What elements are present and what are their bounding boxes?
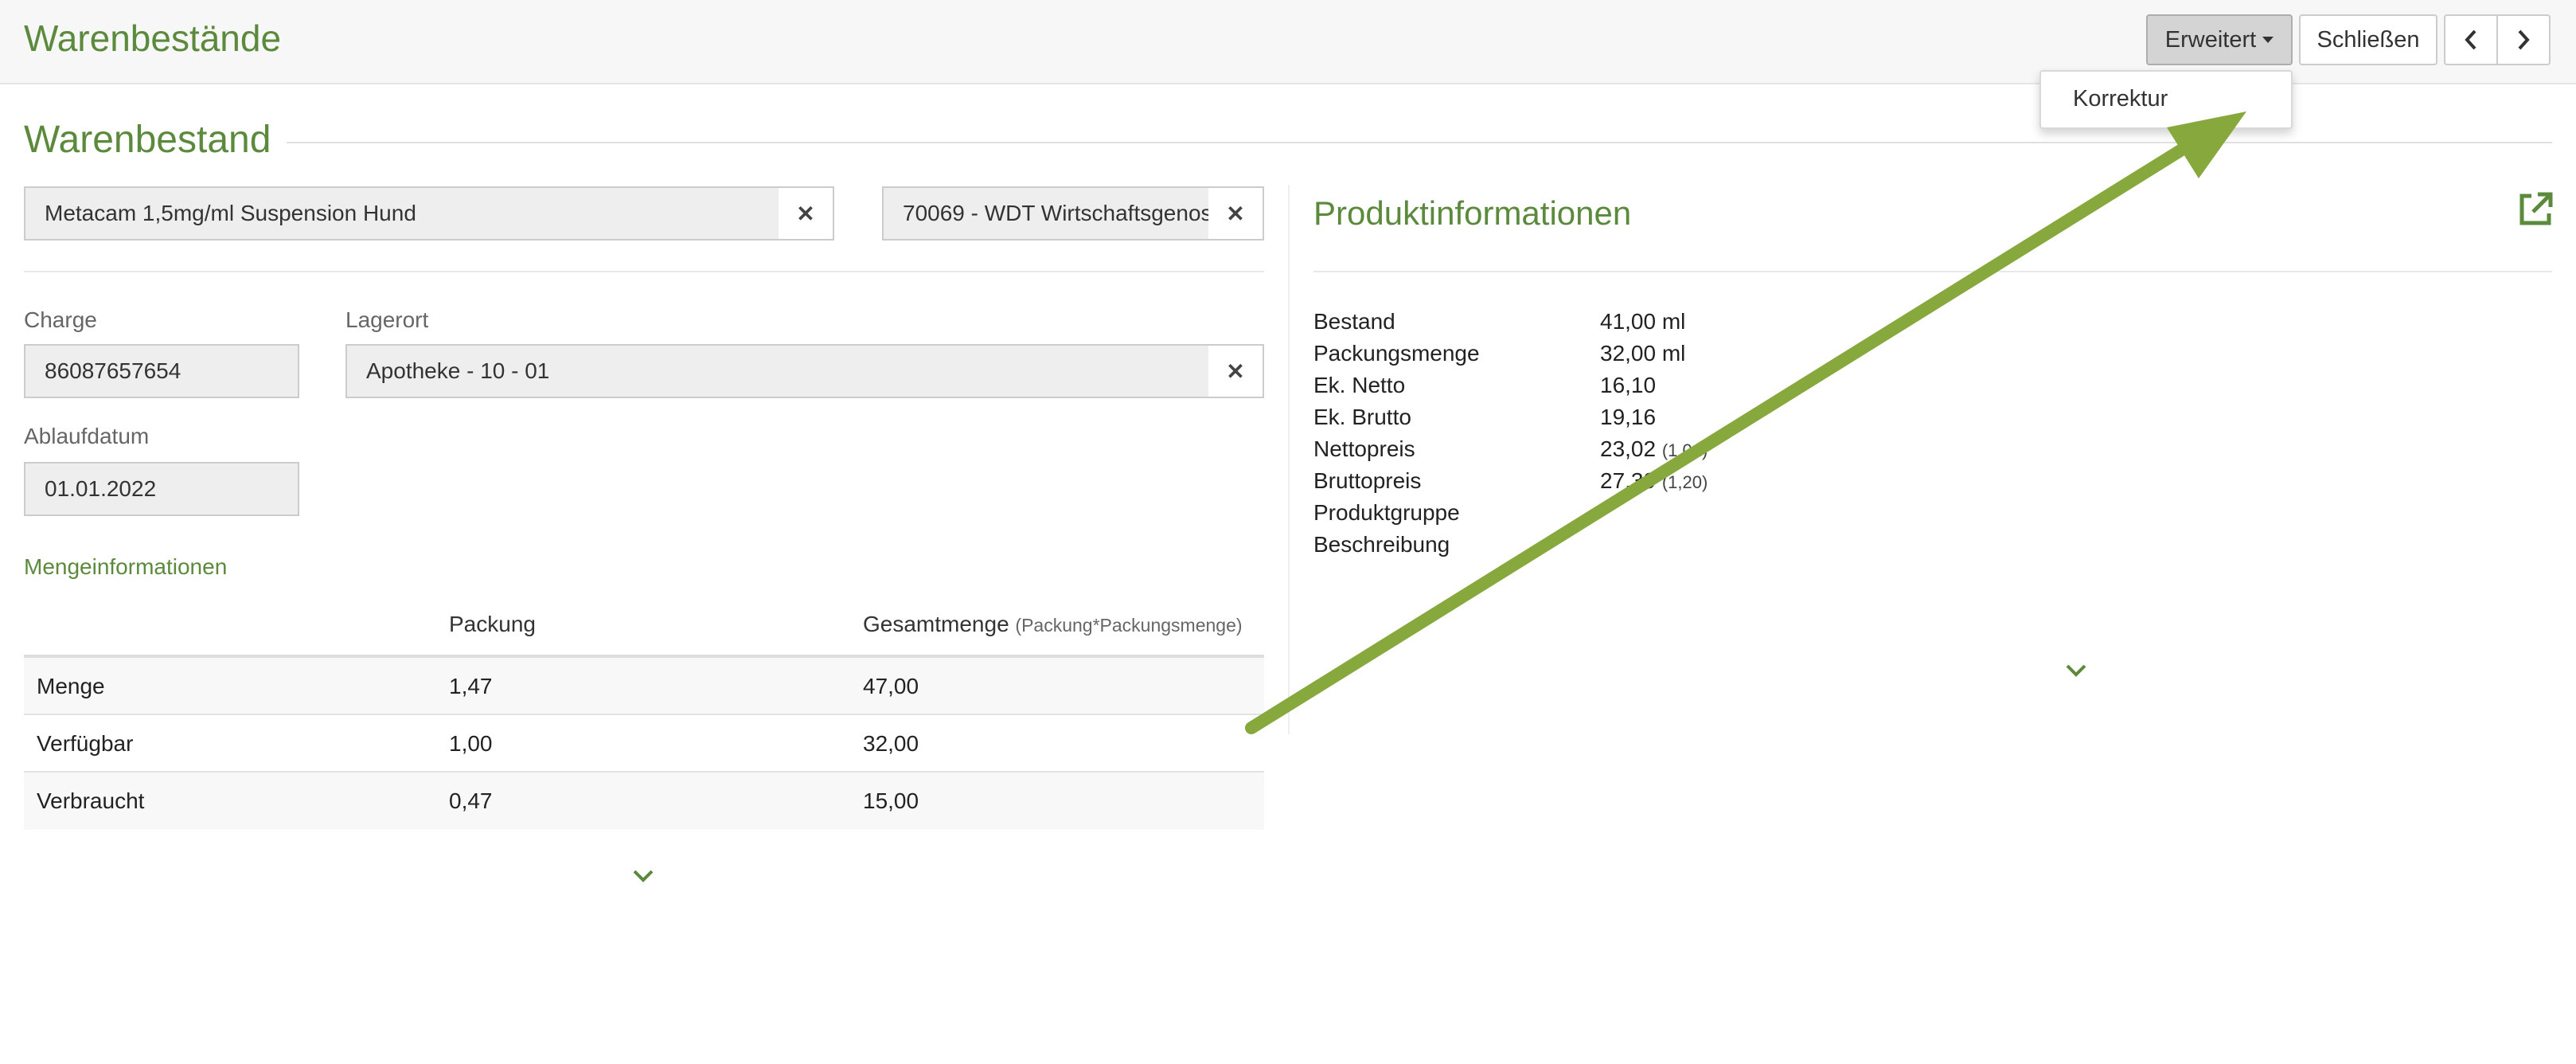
info-label-packungsmenge: Packungsmenge [1313,341,1480,366]
column-header-gesamtmenge: Gesamtmenge (Packung*Packungsmenge) [863,612,1243,637]
gesamtmenge-label: Gesamtmenge [863,612,1009,636]
column-divider [1288,185,1290,734]
chevron-right-icon [2518,29,2530,50]
ablaufdatum-label: Ablaufdatum [24,424,150,448]
info-label-bestand: Bestand [1313,309,1395,334]
lagerort-label: Lagerort [345,307,429,332]
column-header-packung: Packung [449,612,536,636]
info-value-ek-netto: 16,10 [1600,373,1657,397]
info-value-nettopreis: 23,02 (1,01) [1600,436,1708,462]
account-select[interactable]: 70069 - WDT Wirtschaftsgenossenschaft [882,186,1210,241]
ablaufdatum-input[interactable]: 01.01.2022 [24,462,299,516]
charge-input[interactable]: 86087657654 [24,344,299,398]
row-label: Verfügbar [37,731,134,756]
produktinformationen-title: Produktinformationen [1313,194,1632,232]
charge-label: Charge [24,307,97,332]
table-row: Verfügbar 1,00 32,00 [24,715,1264,773]
info-value-bestand: 41,00 ml [1600,309,1686,334]
row-packung: 0,47 [449,788,493,813]
nettopreis-value: 23,02 [1600,436,1657,461]
info-label-beschreibung: Beschreibung [1313,532,1450,557]
info-value-ek-brutto: 19,16 [1600,405,1657,429]
nettopreis-note: (1,01) [1661,440,1708,460]
clear-product-icon[interactable]: ✕ [779,186,834,241]
product-select[interactable]: Metacam 1,5mg/ml Suspension Hund [24,186,780,241]
close-button[interactable]: Schließen [2299,14,2437,65]
clear-account-icon[interactable]: ✕ [1208,186,1264,241]
row-gesamt: 15,00 [863,788,919,813]
info-label-ek-brutto: Ek. Brutto [1313,405,1411,429]
external-link-icon[interactable] [2516,190,2555,229]
erweitert-dropdown-button[interactable]: Erweitert [2146,14,2293,65]
row-packung: 1,47 [449,674,493,698]
row-label: Verbraucht [37,788,145,813]
lagerort-select[interactable]: Apotheke - 10 - 01 [345,344,1210,398]
table-row: Menge 1,47 47,00 [24,658,1264,715]
app-title: Warenbestände [24,18,282,59]
erweitert-dropdown-menu: Korrektur [2039,70,2293,129]
section-divider [287,142,2552,143]
bruttopreis-note: (1,20) [1661,472,1708,492]
row-label: Menge [37,674,105,698]
info-label-ek-netto: Ek. Netto [1313,373,1406,397]
clear-lagerort-icon[interactable]: ✕ [1208,344,1264,398]
info-value-bruttopreis: 27,39 (1,20) [1600,468,1708,494]
caret-down-icon [2262,37,2274,43]
close-button-label: Schließen [2316,26,2420,53]
info-value-packungsmenge: 32,00 ml [1600,341,1686,366]
table-row: Verbraucht 0,47 15,00 [24,773,1264,830]
section-title: Warenbestand [24,119,271,161]
menu-item-korrektur[interactable]: Korrektur [2073,86,2168,112]
panel-divider [1313,271,2552,272]
chevron-down-icon[interactable] [632,868,654,884]
chevron-left-icon [2465,29,2476,50]
mengeinformationen-heading: Mengeinformationen [24,554,228,579]
info-label-nettopreis: Nettopreis [1313,436,1415,461]
bruttopreis-value: 27,39 [1600,468,1657,493]
row-packung: 1,00 [449,731,493,756]
previous-button[interactable] [2444,14,2498,65]
chevron-down-icon[interactable] [2065,663,2087,679]
gesamtmenge-hint: (Packung*Packungsmenge) [1015,615,1243,636]
row-gesamt: 32,00 [863,731,919,756]
info-label-bruttopreis: Bruttopreis [1313,468,1422,493]
info-label-produktgruppe: Produktgruppe [1313,500,1460,525]
row-gesamt: 47,00 [863,674,919,698]
form-divider [24,271,1264,272]
next-button[interactable] [2496,14,2551,65]
erweitert-label: Erweitert [2164,26,2257,53]
